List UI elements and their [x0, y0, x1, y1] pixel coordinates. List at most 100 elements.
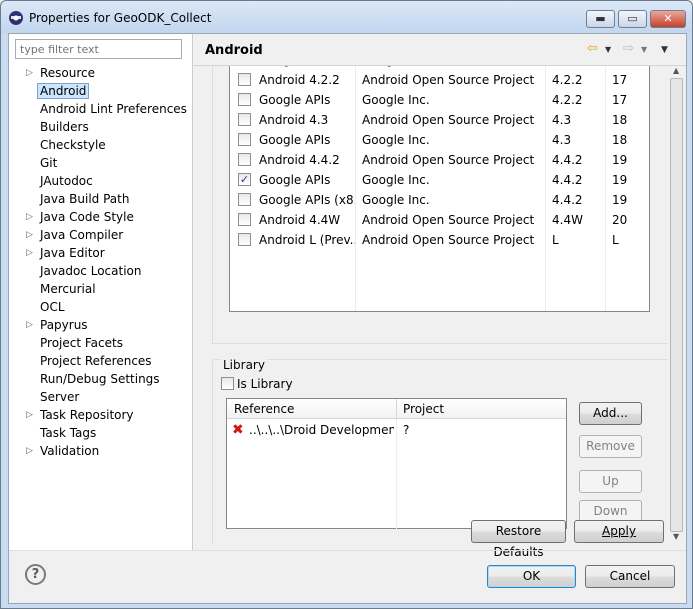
scroll-down-arrow-icon[interactable]: ▼ — [673, 532, 679, 541]
project-column-header[interactable]: Project — [403, 402, 444, 416]
apply-button[interactable]: Apply — [574, 520, 664, 543]
remove-library-button[interactable]: Remove — [579, 435, 642, 458]
tree-item-label: Mercurial — [40, 282, 96, 296]
tree-item-papyrus[interactable]: ▷ Papyrus — [9, 316, 193, 334]
target-name: Google APIs — [259, 173, 331, 187]
expand-arrow-icon[interactable]: ▷ — [26, 226, 33, 244]
is-library-checkbox-box[interactable] — [221, 377, 234, 390]
target-checkbox[interactable] — [238, 190, 251, 210]
reference-column-header[interactable]: Reference — [234, 402, 294, 416]
title-bar[interactable]: Properties for GeoODK_Collect ▬ ▭ ✕ — [1, 1, 692, 33]
table-row[interactable]: Google APIs Google Inc. 4.3 18 — [230, 130, 649, 150]
tree-item-label: Papyrus — [40, 318, 88, 332]
expand-arrow-icon[interactable]: ▷ — [26, 64, 33, 82]
tree-item-label: Project Facets — [40, 336, 123, 350]
tree-item-ocl[interactable]: OCL — [9, 298, 193, 316]
tree-item-server[interactable]: Server — [9, 388, 193, 406]
cancel-button[interactable]: Cancel — [585, 565, 675, 588]
table-row[interactable]: Google APIs Google Inc. 4.2.2 17 — [230, 90, 649, 110]
target-checkbox[interactable] — [238, 210, 251, 230]
tree-item-label: Builders — [40, 120, 89, 134]
tree-item-java-code-style[interactable]: ▷ Java Code Style — [9, 208, 193, 226]
checkbox-box[interactable] — [238, 93, 251, 106]
tree-item-label: Resource — [40, 66, 96, 80]
target-name: Android 4.4W — [259, 213, 341, 227]
checkbox-box[interactable] — [238, 153, 251, 166]
table-row[interactable]: Google APIs (x8... Google Inc. 4.4.2 19 — [230, 190, 649, 210]
tree-item-label: Android Lint Preferences — [40, 102, 187, 116]
tree-item-java-compiler[interactable]: ▷ Java Compiler — [9, 226, 193, 244]
expand-arrow-icon[interactable]: ▷ — [26, 406, 33, 424]
forward-arrow-icon[interactable]: ⇨ — [623, 41, 634, 56]
target-checkbox[interactable]: ✓ — [238, 170, 251, 190]
view-menu-icon[interactable]: ▼ — [661, 45, 668, 55]
scrollbar-thumb[interactable] — [670, 78, 683, 532]
checkbox-box[interactable] — [238, 193, 251, 206]
expand-arrow-icon[interactable]: ▷ — [26, 208, 33, 226]
target-checkbox[interactable] — [238, 70, 251, 90]
tree-item-project-references[interactable]: Project References — [9, 352, 193, 370]
tree-item-checkstyle[interactable]: Checkstyle — [9, 136, 193, 154]
table-row[interactable]: ✓ Google APIs Google Inc. 4.4.2 19 — [230, 170, 649, 190]
forward-history-dropdown-icon[interactable]: ▼ — [641, 45, 647, 54]
move-up-button[interactable]: Up — [579, 470, 642, 493]
scroll-up-arrow-icon[interactable]: ▲ — [673, 66, 679, 75]
tree-item-java-build-path[interactable]: Java Build Path — [9, 190, 193, 208]
table-row[interactable]: Android 4.4.2 Android Open Source Project… — [230, 150, 649, 170]
table-row[interactable]: Android 4.3 Android Open Source Project 4.… — [230, 110, 649, 130]
tree-item-resource[interactable]: ▷ Resource — [9, 64, 193, 82]
expand-arrow-icon[interactable]: ▷ — [26, 316, 33, 334]
target-checkbox[interactable] — [238, 130, 251, 150]
tree-item-validation[interactable]: ▷ Validation — [9, 442, 193, 460]
is-library-checkbox[interactable]: Is Library — [221, 377, 293, 391]
target-checkbox[interactable] — [238, 90, 251, 110]
target-platform: 4.3 — [552, 133, 572, 147]
tree-item-label: Git — [40, 156, 58, 170]
minimize-button[interactable]: ▬ — [586, 10, 615, 28]
help-icon[interactable]: ? — [25, 564, 46, 585]
expand-arrow-icon[interactable]: ▷ — [26, 442, 33, 460]
target-platform: 4.4.2 — [552, 193, 583, 207]
tree-item-task-repository[interactable]: ▷ Task Repository — [9, 406, 193, 424]
checkbox-box[interactable] — [238, 213, 251, 226]
tree-item-javadoc-location[interactable]: Javadoc Location — [9, 262, 193, 280]
table-row[interactable]: Android 4.4W Android Open Source Project 4… — [230, 210, 649, 230]
table-row[interactable]: Android L (Prev... Android Open Source Pr… — [230, 230, 649, 250]
add-library-button[interactable]: Add... — [579, 402, 642, 425]
checkbox-box[interactable] — [238, 73, 251, 86]
checkbox-box[interactable] — [238, 113, 251, 126]
tree-item-label: Project References — [40, 354, 152, 368]
tree-item-git[interactable]: Git — [9, 154, 193, 172]
checkbox-box[interactable] — [238, 233, 251, 246]
tree-item-mercurial[interactable]: Mercurial — [9, 280, 193, 298]
tree-item-run-debug-settings[interactable]: Run/Debug Settings — [9, 370, 193, 388]
tree-item-task-tags[interactable]: Task Tags — [9, 424, 193, 442]
maximize-button[interactable]: ▭ — [618, 10, 647, 28]
tree-item-builders[interactable]: Builders — [9, 118, 193, 136]
tree-item-jautodoc[interactable]: JAutodoc — [9, 172, 193, 190]
page-header: Android ⇦ ▼ ⇨ ▼ ▼ — [194, 34, 686, 66]
back-history-dropdown-icon[interactable]: ▼ — [605, 45, 611, 54]
window-title: Properties for GeoODK_Collect — [29, 11, 212, 25]
target-checkbox[interactable] — [238, 230, 251, 250]
button-bar-separator — [9, 550, 686, 551]
expand-arrow-icon[interactable]: ▷ — [26, 244, 33, 262]
table-row[interactable]: ✖ ..\..\..\Droid Developmen... ? — [227, 420, 566, 440]
tree-item-android-lint-preferences[interactable]: Android Lint Preferences — [9, 100, 193, 118]
table-row[interactable]: Android 4.2.2 Android Open Source Project… — [230, 70, 649, 90]
page-vertical-scrollbar[interactable]: ▲ ▼ — [668, 66, 685, 544]
tree-item-project-facets[interactable]: Project Facets — [9, 334, 193, 352]
back-arrow-icon[interactable]: ⇦ — [587, 41, 598, 56]
target-checkbox[interactable] — [238, 110, 251, 130]
tree-item-android[interactable]: Android — [9, 82, 193, 100]
restore-defaults-button[interactable]: Restore Defaults — [471, 520, 566, 559]
filter-input[interactable] — [15, 39, 182, 59]
checkmark-icon[interactable]: ✓ — [238, 173, 251, 186]
checkbox-box[interactable] — [238, 133, 251, 146]
tree-item-java-editor[interactable]: ▷ Java Editor — [9, 244, 193, 262]
ok-button[interactable]: OK — [487, 565, 576, 588]
tree-item-label: Java Editor — [40, 246, 105, 260]
close-button[interactable]: ✕ — [650, 10, 686, 28]
target-checkbox[interactable] — [238, 150, 251, 170]
library-group-title: Library — [221, 358, 267, 372]
